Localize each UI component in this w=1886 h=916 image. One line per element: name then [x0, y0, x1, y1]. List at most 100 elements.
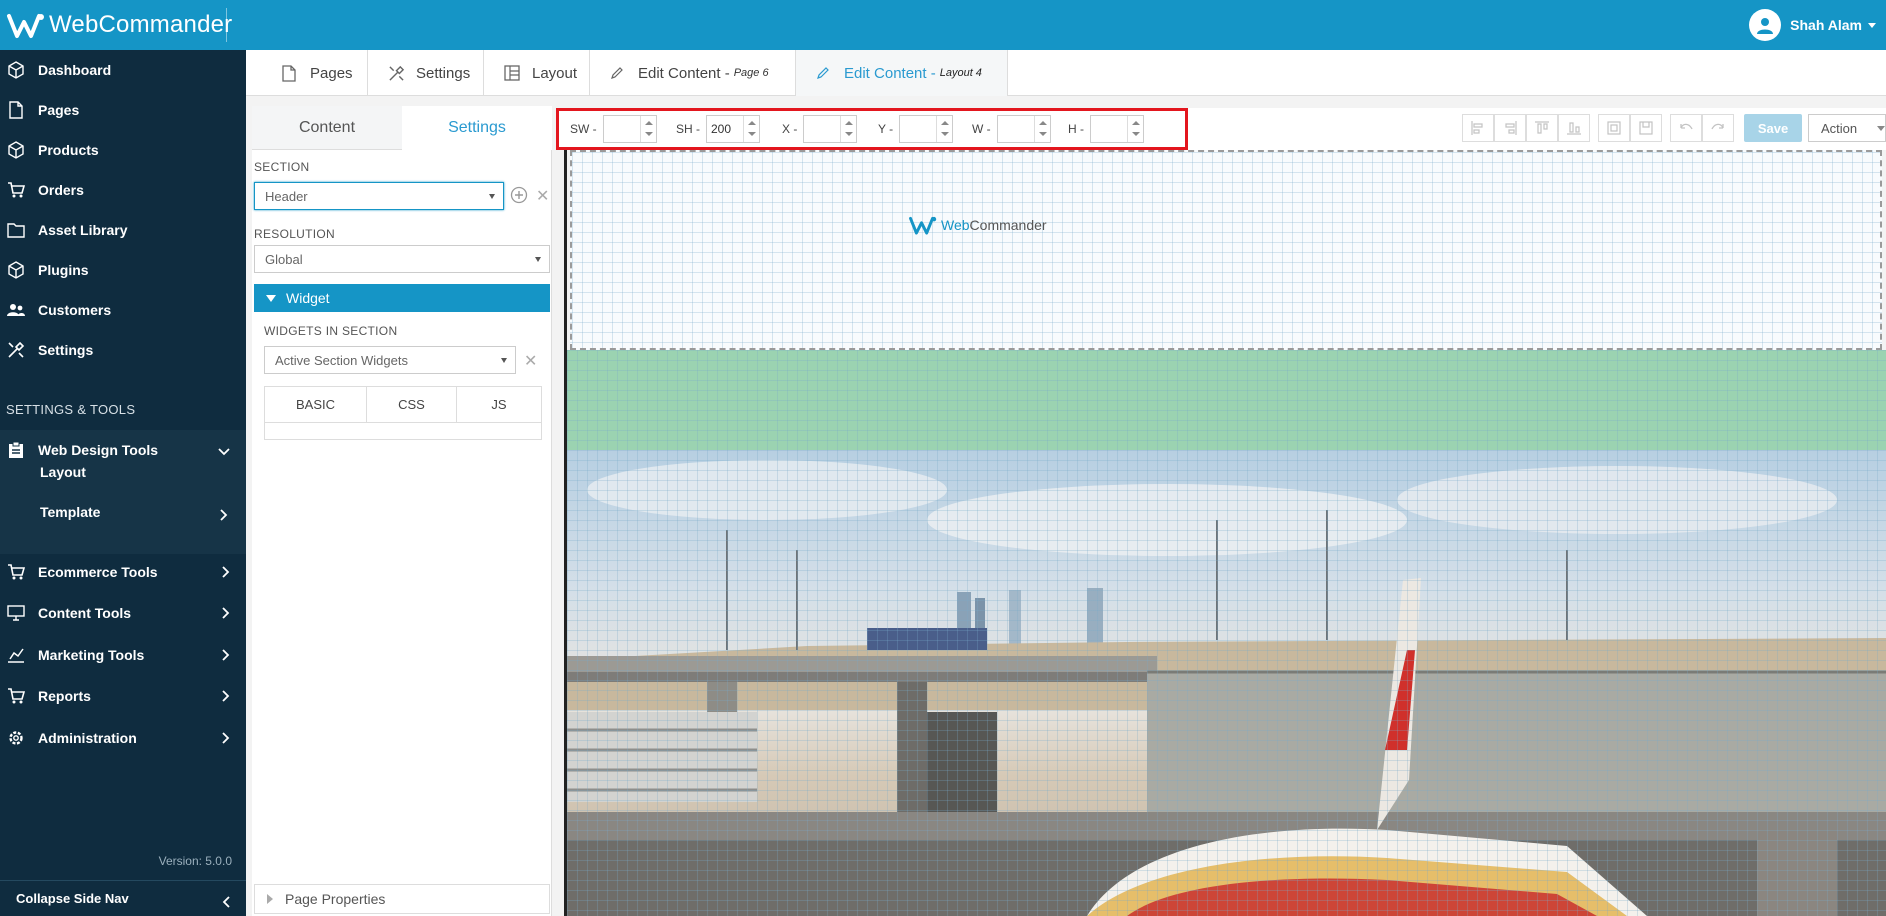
sidebar-item-reports[interactable]: Reports	[0, 676, 246, 716]
sidebar-item-label: Orders	[38, 182, 84, 198]
tab-pages[interactable]: Pages	[262, 50, 368, 96]
cube-icon	[6, 60, 26, 80]
paste-button[interactable]	[1630, 114, 1662, 142]
sidebar-item-pages[interactable]: Pages	[0, 90, 246, 130]
sidebar-item-ecommerce-tools[interactable]: Ecommerce Tools	[0, 552, 246, 592]
sidebar-subitem-layout[interactable]: Layout	[40, 464, 86, 480]
panel-tab-content[interactable]: Content	[252, 106, 402, 150]
sidebar-subitem-template[interactable]: Template	[40, 504, 100, 520]
tab-layout[interactable]: Layout	[484, 50, 590, 96]
sidebar-item-web-design-tools[interactable]: Web Design Tools	[0, 430, 246, 470]
align-bottom-button[interactable]	[1558, 114, 1590, 142]
highlight-box	[556, 108, 1188, 150]
widgets-select-value: Active Section Widgets	[275, 352, 408, 368]
add-section-icon[interactable]	[510, 186, 528, 207]
sidebar-item-label: Customers	[38, 302, 112, 318]
action-label: Action	[1821, 120, 1858, 136]
widget-tab-js[interactable]: JS	[457, 387, 541, 423]
logo-suffix: Commander	[969, 217, 1047, 233]
tab-settings[interactable]: Settings	[368, 50, 484, 96]
chevron-right-icon	[222, 606, 230, 622]
sidebar-item-label: Pages	[38, 102, 80, 118]
header-logo-widget[interactable]: WebCommander	[908, 214, 1047, 236]
caret-down-icon	[1877, 126, 1885, 131]
redo-icon	[1711, 123, 1724, 130]
undo-button[interactable]	[1670, 114, 1702, 142]
chevron-down-icon	[218, 443, 230, 459]
sidebar-item-label: Ecommerce Tools	[38, 564, 158, 580]
sidebar-item-label: Asset Library	[38, 222, 128, 238]
webcommander-logo-icon	[909, 216, 937, 235]
redo-button[interactable]	[1702, 114, 1734, 142]
panel-tab-settings[interactable]: Settings	[402, 106, 552, 150]
resolution-label: RESOLUTION	[254, 227, 336, 241]
widget-tab-basic[interactable]: BASIC	[265, 387, 367, 423]
remove-widget-icon[interactable]: ✕	[524, 351, 537, 371]
tab-edit-content-layout[interactable]: Edit Content - Layout 4	[796, 50, 1008, 96]
action-dropdown[interactable]: Action	[1808, 114, 1886, 142]
sidebar-item-label: Web Design Tools	[38, 442, 159, 458]
sidebar-item-administration[interactable]: Administration	[0, 718, 246, 758]
align-top-button[interactable]	[1526, 114, 1558, 142]
canvas-grid-overlay	[567, 450, 1886, 916]
collapse-label: Collapse Side Nav	[16, 891, 129, 906]
tab-edit-content-page[interactable]: Edit Content - Page 6	[590, 50, 796, 96]
save-button[interactable]: Save	[1744, 114, 1802, 142]
section-label: SECTION	[254, 160, 310, 174]
collapse-side-nav-button[interactable]: Collapse Side Nav	[0, 880, 246, 916]
triangle-down-icon	[266, 294, 276, 302]
align-left-button[interactable]	[1462, 114, 1494, 142]
sidebar-section-title: SETTINGS & TOOLS	[6, 402, 136, 417]
page-properties-accordion[interactable]: Page Properties	[254, 884, 550, 914]
sidebar-item-marketing-tools[interactable]: Marketing Tools	[0, 635, 246, 675]
header-section[interactable]: WebCommander	[570, 150, 1882, 350]
properties-panel: Content Settings SECTION Header ✕ RESOLU…	[252, 106, 552, 916]
tools-icon	[6, 340, 26, 360]
version-label: Version: 5.0.0	[158, 854, 232, 868]
logo-prefix: Web	[941, 217, 970, 233]
sidebar-item-orders[interactable]: Orders	[0, 170, 246, 210]
widgets-in-section-label: WIDGETS IN SECTION	[264, 324, 398, 338]
tab-label: Layout	[532, 64, 578, 82]
sidebar-item-dashboard[interactable]: Dashboard	[0, 50, 246, 90]
logo-divider	[226, 8, 227, 42]
sidebar-item-settings[interactable]: Settings	[0, 330, 246, 370]
brand-logo[interactable]: WebCommander	[6, 8, 232, 42]
caret-down-icon	[489, 194, 495, 199]
chart-icon	[6, 645, 26, 665]
widget-tab-css[interactable]: CSS	[367, 387, 457, 423]
sidebar-item-label: Marketing Tools	[38, 647, 145, 663]
cart-icon	[6, 180, 26, 200]
remove-section-icon[interactable]: ✕	[536, 186, 549, 206]
sidebar-item-content-tools[interactable]: Content Tools	[0, 593, 246, 633]
side-nav: Dashboard Pages Products Orders Asset Li…	[0, 50, 246, 916]
chevron-left-icon	[222, 895, 230, 911]
resolution-select[interactable]: Global	[254, 245, 550, 273]
sidebar-item-customers[interactable]: Customers	[0, 290, 246, 330]
user-menu[interactable]: Shah Alam	[1749, 8, 1876, 42]
users-icon	[6, 300, 26, 320]
hero-image-section[interactable]	[567, 450, 1886, 916]
sidebar-item-products[interactable]: Products	[0, 130, 246, 170]
editor-tabs: Pages Settings Layout Edit Content - Pag…	[246, 50, 1886, 96]
undo-icon	[1680, 123, 1693, 130]
align-right-button[interactable]	[1494, 114, 1526, 142]
widget-tabs: BASIC CSS JS	[264, 386, 542, 440]
align-right-icon	[1505, 121, 1517, 135]
align-top-icon	[1535, 121, 1549, 134]
layout-canvas[interactable]: WebCommander	[564, 150, 1886, 916]
widgets-select[interactable]: Active Section Widgets	[264, 346, 516, 374]
copy-button[interactable]	[1598, 114, 1630, 142]
chevron-down-icon	[1868, 22, 1876, 28]
caret-down-icon	[501, 358, 507, 363]
document-icon	[6, 100, 26, 120]
box-icon	[6, 140, 26, 160]
sidebar-item-plugins[interactable]: Plugins	[0, 250, 246, 290]
chevron-right-icon	[222, 565, 230, 581]
sidebar-item-label: Dashboard	[38, 62, 112, 78]
widget-accordion-header[interactable]: Widget	[254, 284, 550, 312]
sidebar-item-asset-library[interactable]: Asset Library	[0, 210, 246, 250]
brand-name: WebCommander	[49, 11, 233, 38]
section-select[interactable]: Header	[254, 182, 504, 210]
green-section[interactable]	[567, 350, 1886, 450]
